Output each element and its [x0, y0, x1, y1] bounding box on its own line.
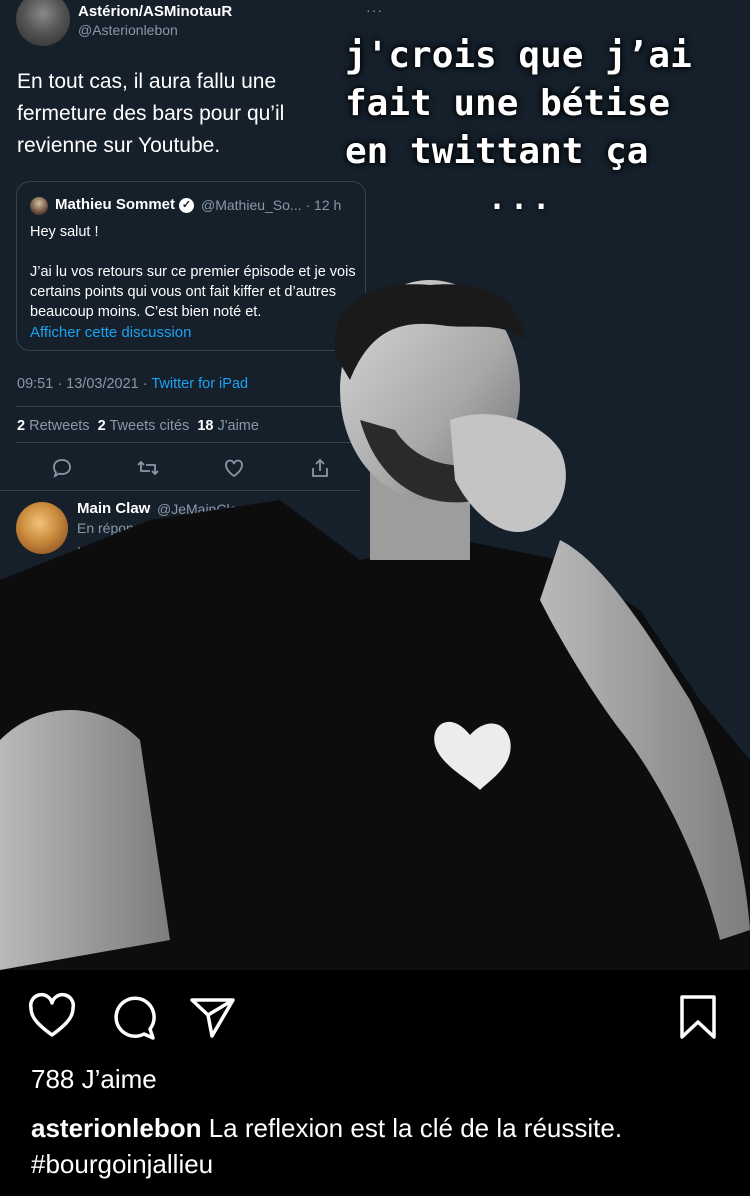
heart-icon[interactable] — [27, 992, 77, 1042]
post-action-bar — [0, 970, 750, 1065]
meme-caption: j'crois que j’ai fait une bétise en twit… — [345, 32, 745, 176]
post-image: Astérion/ASMinotauR @Asterionlebon ··· E… — [0, 0, 750, 970]
caption-line-1: j'crois que j’ai — [345, 35, 692, 76]
caption-text: La reflexion est la clé de la réussite. — [208, 1113, 623, 1143]
caption-line-2: fait une bétise — [345, 83, 671, 124]
caption-username[interactable]: asterionlebon — [31, 1113, 201, 1143]
likes-count[interactable]: 788 J’aime — [31, 1064, 157, 1095]
share-icon[interactable] — [187, 992, 237, 1042]
post-caption: asterionlebon La reflexion est la clé de… — [31, 1110, 721, 1182]
comment-icon[interactable] — [107, 992, 157, 1042]
bookmark-icon[interactable] — [673, 992, 723, 1042]
caption-hashtag[interactable]: #bourgoinjallieu — [31, 1149, 213, 1179]
caption-line-3: en twittant ça — [345, 131, 649, 172]
caption-ellipsis: ... — [488, 182, 555, 217]
